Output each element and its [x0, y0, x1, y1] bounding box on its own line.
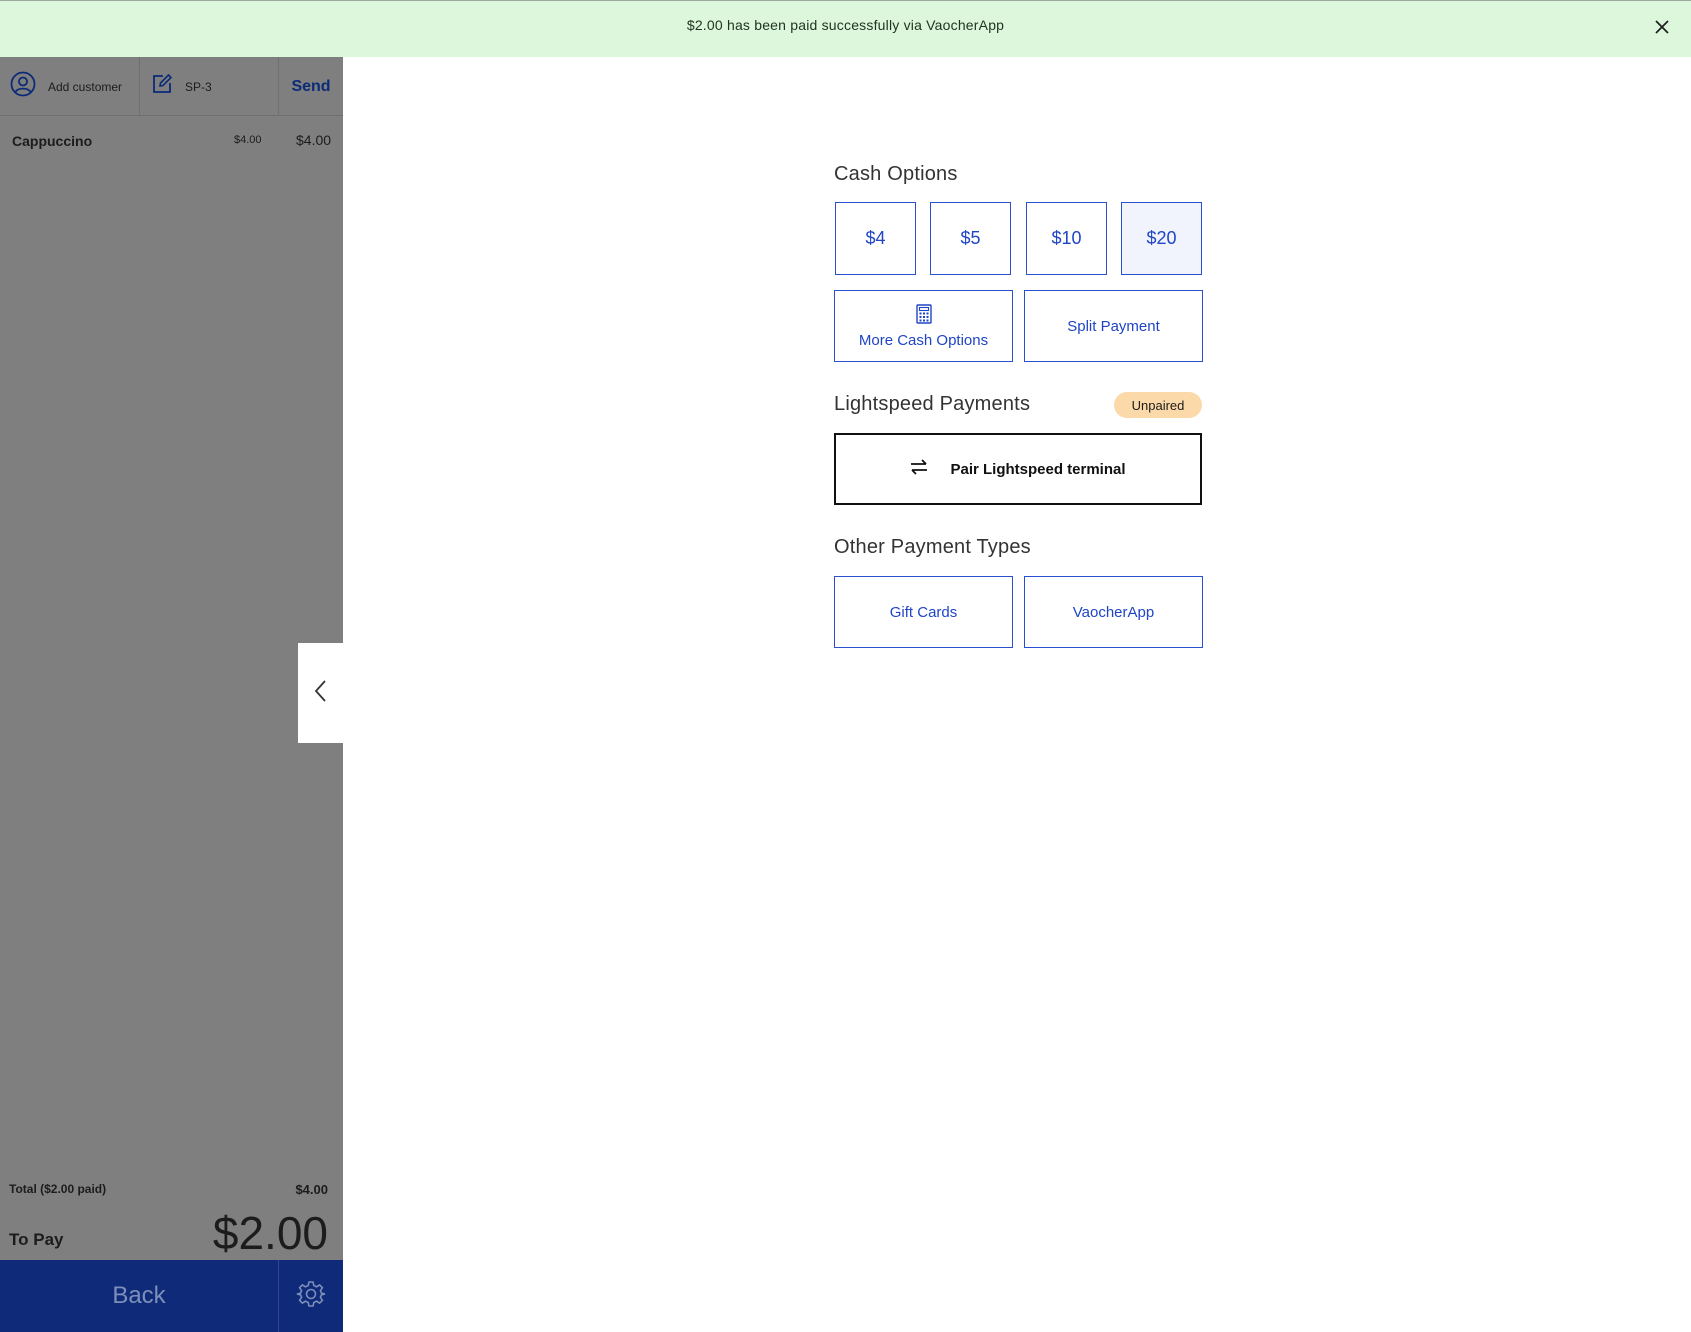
swap-arrows-icon [910, 458, 928, 480]
lightspeed-payments-title: Lightspeed Payments [834, 393, 1031, 415]
total-label: Total ($2.00 paid) [9, 1182, 107, 1196]
payment-success-banner: $2.00 has been paid successfully via Vao… [0, 0, 1691, 57]
split-payment-button[interactable]: Split Payment [1024, 290, 1203, 362]
settings-button[interactable] [279, 1260, 343, 1332]
pair-terminal-button[interactable]: Pair Lightspeed terminal [834, 433, 1202, 505]
pair-terminal-label: Pair Lightspeed terminal [950, 460, 1126, 478]
sidebar-footer: Back [0, 1260, 343, 1332]
item-name: Cappuccino [12, 133, 93, 149]
chevron-left-icon [313, 679, 329, 708]
status-badge: Unpaired [1114, 392, 1202, 418]
edit-icon [151, 73, 173, 100]
back-button[interactable]: Back [0, 1260, 279, 1332]
send-button[interactable]: Send [279, 57, 343, 116]
user-icon [10, 71, 36, 102]
close-icon[interactable] [1653, 18, 1671, 36]
add-customer-label: Add customer [48, 79, 123, 94]
to-pay-label: To Pay [9, 1230, 64, 1249]
order-line-item[interactable]: Cappuccino $4.00 $4.00 [0, 116, 343, 152]
cash-amount-10-button[interactable]: $10 [1026, 202, 1107, 275]
sidebar-header: Add customer SP-3 Send [0, 57, 343, 116]
cash-amount-4-button[interactable]: $4 [835, 202, 916, 275]
banner-message: $2.00 has been paid successfully via Vao… [686, 17, 1005, 33]
gift-cards-button[interactable]: Gift Cards [834, 576, 1013, 648]
more-cash-options-button[interactable]: More Cash Options [834, 290, 1013, 362]
to-pay-amount: $2.00 [212, 1207, 328, 1259]
cash-amount-5-button[interactable]: $5 [930, 202, 1011, 275]
gear-icon [296, 1279, 326, 1314]
more-cash-options-label: More Cash Options [858, 331, 989, 349]
vaocherapp-button[interactable]: VaocherApp [1024, 576, 1203, 648]
cash-options-title: Cash Options [834, 163, 958, 185]
item-line-total: $4.00 [296, 132, 332, 148]
other-payment-types-title: Other Payment Types [834, 536, 1031, 558]
item-unit-price: $4.00 [234, 134, 262, 146]
ticket-name-button[interactable]: SP-3 [140, 57, 279, 116]
total-value: $4.00 [295, 1182, 328, 1197]
ticket-label: SP-3 [185, 79, 212, 94]
cash-amount-20-button[interactable]: $20 [1121, 202, 1202, 275]
send-label: Send [291, 77, 331, 95]
collapse-sidebar-button[interactable] [298, 643, 343, 743]
order-sidebar: Add customer SP-3 Send Cappuccino $4.00 … [0, 57, 343, 1332]
add-customer-button[interactable]: Add customer [0, 57, 140, 116]
calculator-icon [915, 303, 932, 328]
